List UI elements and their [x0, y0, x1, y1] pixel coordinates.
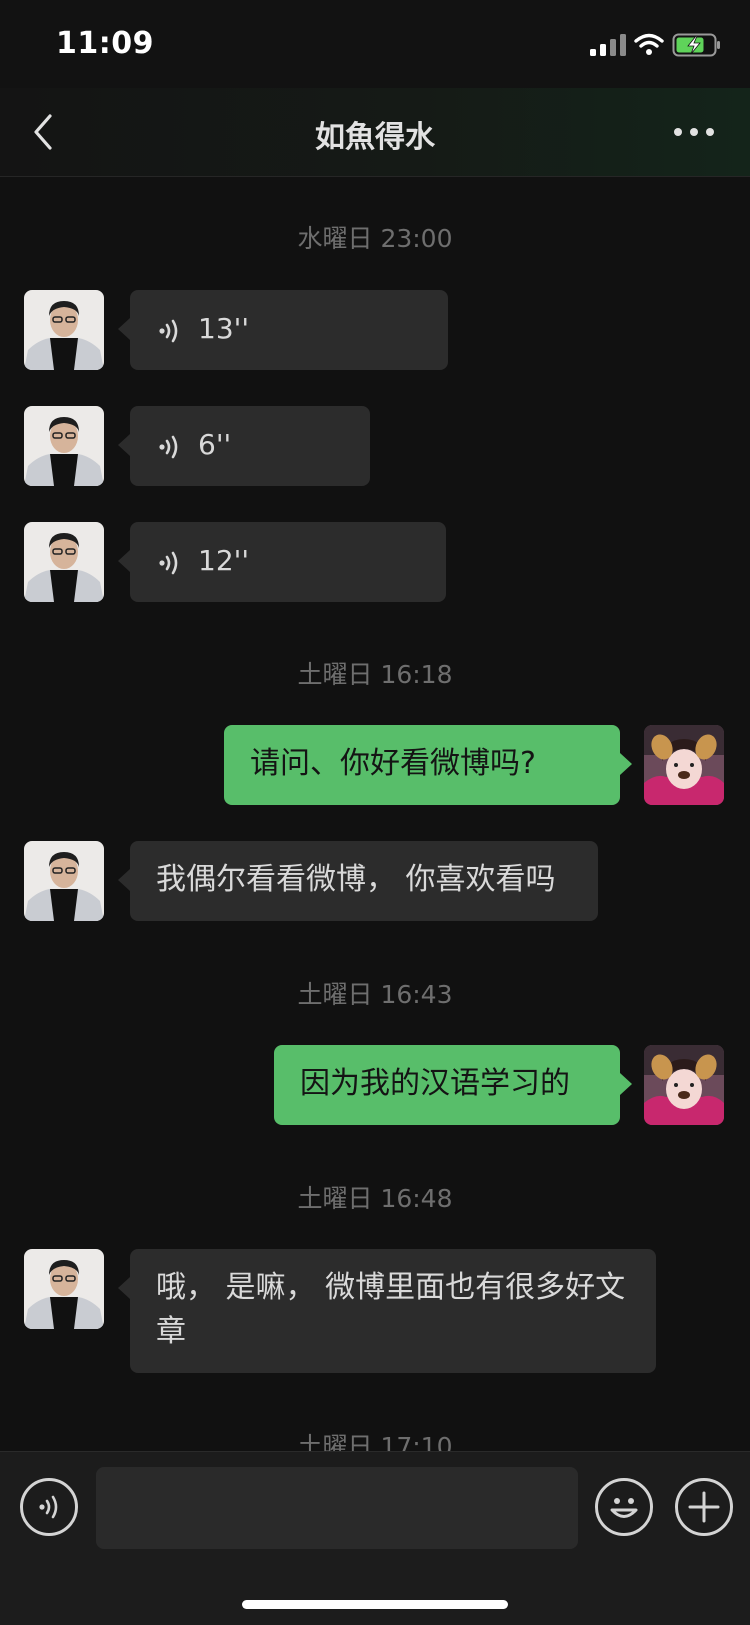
voice-wave-icon: [159, 435, 178, 459]
status-time: 11:09: [56, 26, 154, 61]
voice-duration: 13'': [198, 312, 250, 345]
more-options-icon[interactable]: [672, 118, 716, 146]
contact-avatar[interactable]: [24, 841, 104, 921]
status-bar: 11:09: [0, 0, 750, 88]
chat-header: 如魚得水: [0, 88, 750, 177]
contact-avatar[interactable]: [24, 522, 104, 602]
message-timestamp: 土曜日 16:48: [297, 1184, 453, 1213]
message-timestamp: 水曜日 23:00: [297, 224, 453, 253]
voice-wave-icon: [39, 1495, 58, 1519]
voice-duration: 6'': [198, 428, 232, 461]
message-text: 因为我的汉语学习的: [300, 1066, 570, 1101]
emoji-button[interactable]: [595, 1478, 653, 1536]
voice-message-bubble[interactable]: 13'': [118, 290, 448, 370]
outgoing-text-bubble[interactable]: 请问、你好看微博吗?: [224, 725, 632, 805]
voice-message-bubble[interactable]: 12'': [118, 522, 446, 602]
voice-input-button[interactable]: [20, 1478, 78, 1536]
more-features-button[interactable]: [675, 1478, 733, 1536]
emoji-smile-icon: [610, 1498, 638, 1518]
message-timestamp: 土曜日 17:10: [297, 1432, 453, 1451]
message-timestamp: 土曜日 16:18: [297, 660, 453, 689]
voice-wave-icon: [159, 551, 178, 575]
incoming-text-bubble[interactable]: 哦， 是嘛， 微博里面也有很多好文章: [118, 1249, 656, 1373]
my-avatar[interactable]: [644, 725, 724, 805]
battery-charging-icon: [672, 33, 720, 57]
input-bar: [0, 1451, 750, 1625]
message-list[interactable]: 水曜日 23:00 13'' 6'' 12'' 土曜日 16:18 请问、你好看…: [0, 177, 750, 1451]
message-input[interactable]: [96, 1467, 578, 1549]
home-indicator[interactable]: [242, 1600, 508, 1609]
contact-avatar[interactable]: [24, 290, 104, 370]
message-text: 我偶尔看看微博， 你喜欢看吗: [156, 862, 556, 897]
voice-wave-icon: [159, 319, 178, 343]
wifi-icon: [634, 33, 664, 55]
incoming-text-bubble[interactable]: 我偶尔看看微博， 你喜欢看吗: [118, 841, 598, 921]
my-avatar[interactable]: [644, 1045, 724, 1125]
plus-icon: [688, 1491, 720, 1523]
voice-message-bubble[interactable]: 6'': [118, 406, 370, 486]
cellular-signal-icon: [590, 34, 626, 56]
outgoing-text-bubble[interactable]: 因为我的汉语学习的: [274, 1045, 632, 1125]
voice-duration: 12'': [198, 544, 250, 577]
message-text: 哦， 是嘛， 微博里面也有很多好文章: [156, 1270, 626, 1349]
contact-avatar[interactable]: [24, 406, 104, 486]
message-timestamp: 土曜日 16:43: [297, 980, 453, 1009]
message-text: 请问、你好看微博吗?: [250, 746, 536, 781]
contact-avatar[interactable]: [24, 1249, 104, 1329]
chat-title: 如魚得水: [315, 120, 435, 155]
